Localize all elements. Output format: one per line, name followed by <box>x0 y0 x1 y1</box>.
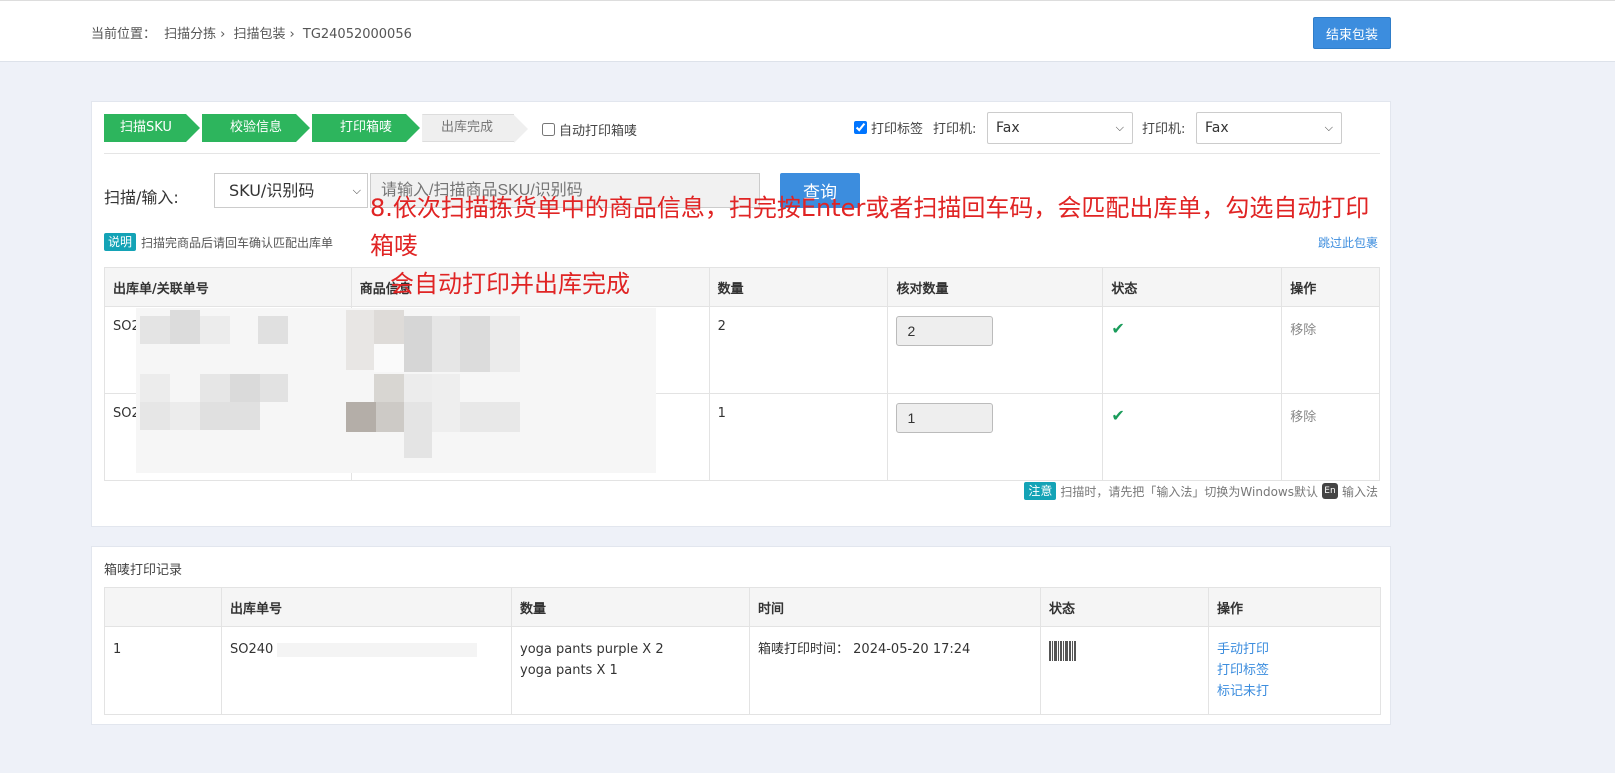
tip-text: 扫描完商品后请回车确认匹配出库单 <box>141 235 334 250</box>
record-status <box>1040 626 1209 715</box>
scan-label: 扫描/输入: <box>104 188 179 207</box>
printer2-value: Fax <box>1205 120 1229 136</box>
redaction-mosaic <box>136 308 656 473</box>
print-tag-checkbox[interactable] <box>854 121 867 134</box>
print-tag-label: 打印标签 <box>871 122 924 137</box>
record-time: 箱唛打印时间： 2024-05-20 17:24 <box>749 626 1041 715</box>
checked-qty-input[interactable] <box>896 403 994 433</box>
qty: 1 <box>708 393 889 481</box>
check-icon: ✔ <box>1111 406 1125 425</box>
action-cell: 移除 <box>1281 393 1380 481</box>
action-cell: 移除 <box>1281 306 1380 394</box>
table-row: 1 SO240 yoga pants purple X 2 yoga pants… <box>104 626 1381 715</box>
record-time-label: 箱唛打印时间： <box>758 642 850 657</box>
records-title: 箱唛打印记录 <box>104 563 183 578</box>
col-action: 操作 <box>1208 587 1381 627</box>
note-text: 扫描时，请先把「输入法」切换为Windows默认 <box>1060 484 1318 499</box>
tip-line: 说明 扫描完商品后请回车确认匹配出库单 <box>104 233 333 251</box>
record-item: yoga pants purple X 2 <box>520 642 664 657</box>
breadcrumb-item-pack[interactable]: 扫描包装 <box>234 27 286 42</box>
auto-print-label: 自动打印箱唛 <box>559 124 638 139</box>
divider <box>104 153 1380 154</box>
step-print-label: 打印箱唛 <box>312 114 420 142</box>
ime-note: 注意 扫描时，请先把「输入法」切换为Windows默认 En 输入法 <box>1024 482 1378 500</box>
print-tag-link[interactable]: 打印标签 <box>1217 660 1372 681</box>
mark-unprinted-link[interactable]: 标记未打 <box>1217 681 1372 702</box>
scan-type-value: SKU/识别码 <box>229 181 315 200</box>
chevron-right-icon: › <box>289 27 295 42</box>
record-order: SO240 <box>221 626 512 715</box>
breadcrumb-item-current: TG24052000056 <box>302 27 412 42</box>
record-index: 1 <box>104 626 222 715</box>
breadcrumb-prefix: 当前位置： <box>91 27 157 42</box>
record-order-number: SO240 <box>230 642 274 657</box>
step-outbound-done: 出库完成 <box>422 114 528 143</box>
col-index <box>104 587 222 627</box>
warning-badge: 注意 <box>1024 482 1057 500</box>
col-qty: 数量 <box>511 587 750 627</box>
print-records-panel: 箱唛打印记录 出库单号 数量 时间 状态 操作 1 SO240 yoga pan… <box>91 546 1391 725</box>
check-icon: ✔ <box>1111 319 1125 338</box>
printer1-select[interactable]: Fax ⌵ <box>987 112 1133 144</box>
col-status: 状态 <box>1040 587 1209 627</box>
step-verify-info: 校验信息 <box>202 114 310 142</box>
status-cell: ✔ <box>1102 306 1283 394</box>
breadcrumb-item-sort[interactable]: 扫描分拣 <box>164 27 216 42</box>
top-bar: 当前位置： 扫描分拣 › 扫描包装 › TG24052000056 结束包装 <box>0 0 1615 62</box>
scan-type-select[interactable]: SKU/识别码 ⌵ <box>214 173 368 208</box>
remove-link[interactable]: 移除 <box>1290 410 1316 425</box>
scan-panel: 扫描SKU 校验信息 打印箱唛 出库完成 自动打印箱唛 打印标签 打印机: Fa… <box>91 101 1391 527</box>
chevron-down-icon: ⌵ <box>352 184 361 197</box>
info-badge: 说明 <box>104 233 137 251</box>
records-table: 出库单号 数量 时间 状态 操作 1 SO240 yoga pants purp… <box>104 587 1381 715</box>
record-item: yoga pants X 1 <box>520 663 618 678</box>
record-time-value: 2024-05-20 17:24 <box>853 642 971 657</box>
annotation-line-2: 会自动打印并出库完成 <box>390 270 630 298</box>
checked-qty-cell <box>887 393 1104 481</box>
record-items: yoga pants purple X 2 yoga pants X 1 <box>511 626 750 715</box>
note-text-after: 输入法 <box>1341 484 1378 499</box>
manual-print-link[interactable]: 手动打印 <box>1217 639 1372 660</box>
col-time: 时间 <box>749 587 1041 627</box>
chevron-right-icon: › <box>220 27 226 42</box>
printer1-value: Fax <box>996 120 1020 136</box>
barcode-icon <box>1049 639 1076 661</box>
tutorial-annotation: 8.依次扫描拣货单中的商品信息，扫完按Enter或者扫描回车码，会匹配出库单，勾… <box>370 189 1390 303</box>
auto-print-checkbox[interactable] <box>542 123 555 136</box>
annotation-line-1: 8.依次扫描拣货单中的商品信息，扫完按Enter或者扫描回车码，会匹配出库单，勾… <box>370 194 1370 260</box>
checked-qty-input[interactable] <box>896 316 994 346</box>
end-pack-button[interactable]: 结束包装 <box>1313 17 1391 49</box>
checked-qty-cell <box>887 306 1104 394</box>
keyboard-en-icon: En <box>1321 483 1338 499</box>
breadcrumb: 当前位置： 扫描分拣 › 扫描包装 › TG24052000056 <box>91 23 416 42</box>
col-order: 出库单号 <box>221 587 512 627</box>
printer2-label: 打印机: <box>1142 122 1186 137</box>
chevron-down-icon: ⌵ <box>1115 121 1124 134</box>
printer2-select[interactable]: Fax ⌵ <box>1196 112 1342 144</box>
col-order: 出库单/关联单号 <box>104 267 352 307</box>
printer1-label: 打印机: <box>933 122 977 137</box>
table-header-row: 出库单号 数量 时间 状态 操作 <box>104 587 1381 627</box>
record-actions: 手动打印 打印标签 标记未打 <box>1208 626 1381 715</box>
chevron-down-icon: ⌵ <box>1324 121 1333 134</box>
status-cell: ✔ <box>1102 393 1283 481</box>
auto-print-option[interactable]: 自动打印箱唛 <box>542 120 637 139</box>
remove-link[interactable]: 移除 <box>1290 323 1316 338</box>
redaction-mosaic <box>277 642 478 657</box>
step-scan-sku: 扫描SKU <box>104 114 200 142</box>
qty: 2 <box>708 306 889 394</box>
print-tag-option[interactable]: 打印标签 <box>854 118 923 137</box>
